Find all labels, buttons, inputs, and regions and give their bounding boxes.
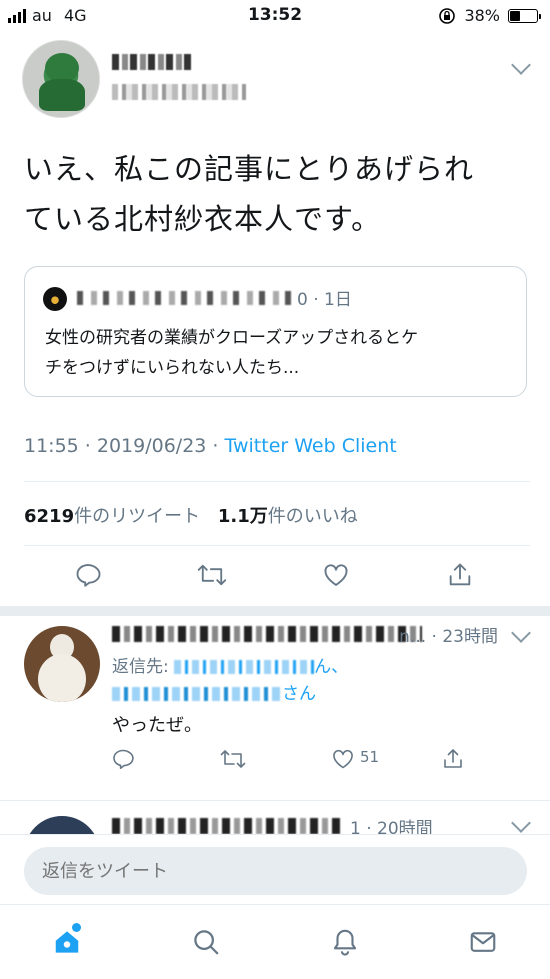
tweet-text-line-2: ている北村紗衣本人です。 [24,202,382,236]
share-icon [449,563,471,586]
tab-notifications[interactable] [328,925,362,959]
quoted-name-redacted [77,291,297,305]
client-link[interactable]: Twitter Web Client [225,435,397,457]
status-bar: au 4G 13:52 38% [0,0,550,32]
messages-icon [470,932,496,952]
tab-search[interactable] [189,925,223,959]
bottom-tab-bar [0,904,550,979]
display-name-redacted[interactable] [112,818,342,834]
username-redacted[interactable] [112,84,246,100]
like-label: 件のいいね [267,506,358,527]
like-icon [324,564,348,586]
reply-icon [76,564,101,587]
like-stat[interactable]: 1.1万件のいいね [218,506,358,527]
mention-redacted[interactable] [112,687,282,701]
avatar[interactable] [24,816,100,834]
retweet-button[interactable] [197,560,227,590]
reply-like-count: 51 [360,748,380,766]
divider [0,800,550,801]
divider [24,481,530,482]
tab-messages[interactable] [466,925,500,959]
retweet-button[interactable] [218,744,248,774]
reply-actions: 51 [0,744,550,774]
divider [24,545,530,546]
reply-to-label: 返信先: [112,657,175,677]
quoted-tweet-card[interactable]: 0 · 1日 女性の研究者の業績がクローズアップされるとケ チをつけずにいられな… [24,266,527,397]
tweet-actions [0,560,550,596]
like-count: 1.1万 [217,506,268,527]
reply-timestamp: n... · 23時間 [399,627,498,647]
share-button[interactable] [445,560,475,590]
mention-suffix[interactable]: さん [282,684,316,704]
quoted-avatar [43,287,67,311]
reply-compose-bar [0,834,550,902]
status-bar-right: 38% [438,6,541,25]
quoted-tweet-text: 女性の研究者の業績がクローズアップされるとケ チをつけずにいられない人たち... [45,323,515,383]
tweet-text-line-1: いえ、私この記事にとりあげられ [24,152,475,186]
reply-tweet-2[interactable]: 1 · 20時間 [0,810,550,834]
quoted-text-line-2: チをつけずにいられない人たち... [45,358,300,378]
reply-to-line: 返信先: ん、 [112,652,412,677]
tweet-text: いえ、私この記事にとりあげられ ている北村紗衣本人です。 [24,144,534,244]
like-button[interactable] [328,744,358,774]
orientation-lock-icon [439,7,456,24]
notifications-icon [333,929,357,956]
reply-button[interactable] [73,560,103,590]
share-button[interactable] [438,744,468,774]
display-name-redacted[interactable] [112,626,422,642]
chevron-down-icon[interactable] [511,813,531,833]
retweet-stat[interactable]: 6219件のリツイート [24,506,200,527]
reply-text: やったぜ。 [112,715,202,736]
display-name-redacted[interactable] [112,54,192,70]
search-icon [194,930,219,955]
bear-figure-body [39,79,85,111]
battery-icon [508,8,541,23]
reply-icon [113,749,134,769]
mention-suffix[interactable]: ん、 [314,657,348,677]
retweet-icon [220,750,246,768]
like-icon [333,749,353,769]
mention-redacted[interactable] [174,660,315,674]
home-notification-dot [72,923,81,932]
tweet-stats: 6219件のリツイート 1.1万件のいいね [24,502,358,528]
reply-to-line-2: さん [112,679,316,704]
like-button[interactable] [321,560,351,590]
timestamp-text: 11:55 · 2019/06/23 · [24,435,225,457]
reply-input[interactable] [24,847,527,895]
share-icon [444,749,462,768]
tweet-timestamp: 11:55 · 2019/06/23 · Twitter Web Client [24,435,397,457]
chevron-down-icon[interactable] [511,623,531,643]
reply-timestamp: 1 · 20時間 [350,819,433,834]
chevron-down-icon[interactable] [511,55,531,75]
retweet-count: 6219 [24,506,75,527]
battery-fill [510,10,520,21]
avatar[interactable] [22,40,100,118]
section-separator [0,606,550,616]
retweet-label: 件のリツイート [74,506,201,527]
quoted-text-line-1: 女性の研究者の業績がクローズアップされるとケ [45,328,419,348]
gourd-figure-bottom [38,654,86,702]
avatar[interactable] [24,626,100,702]
reply-button[interactable] [108,744,138,774]
battery-percent: 38% [464,6,500,25]
quoted-tweet-meta: 0 · 1日 [297,290,352,310]
retweet-icon [197,564,227,586]
